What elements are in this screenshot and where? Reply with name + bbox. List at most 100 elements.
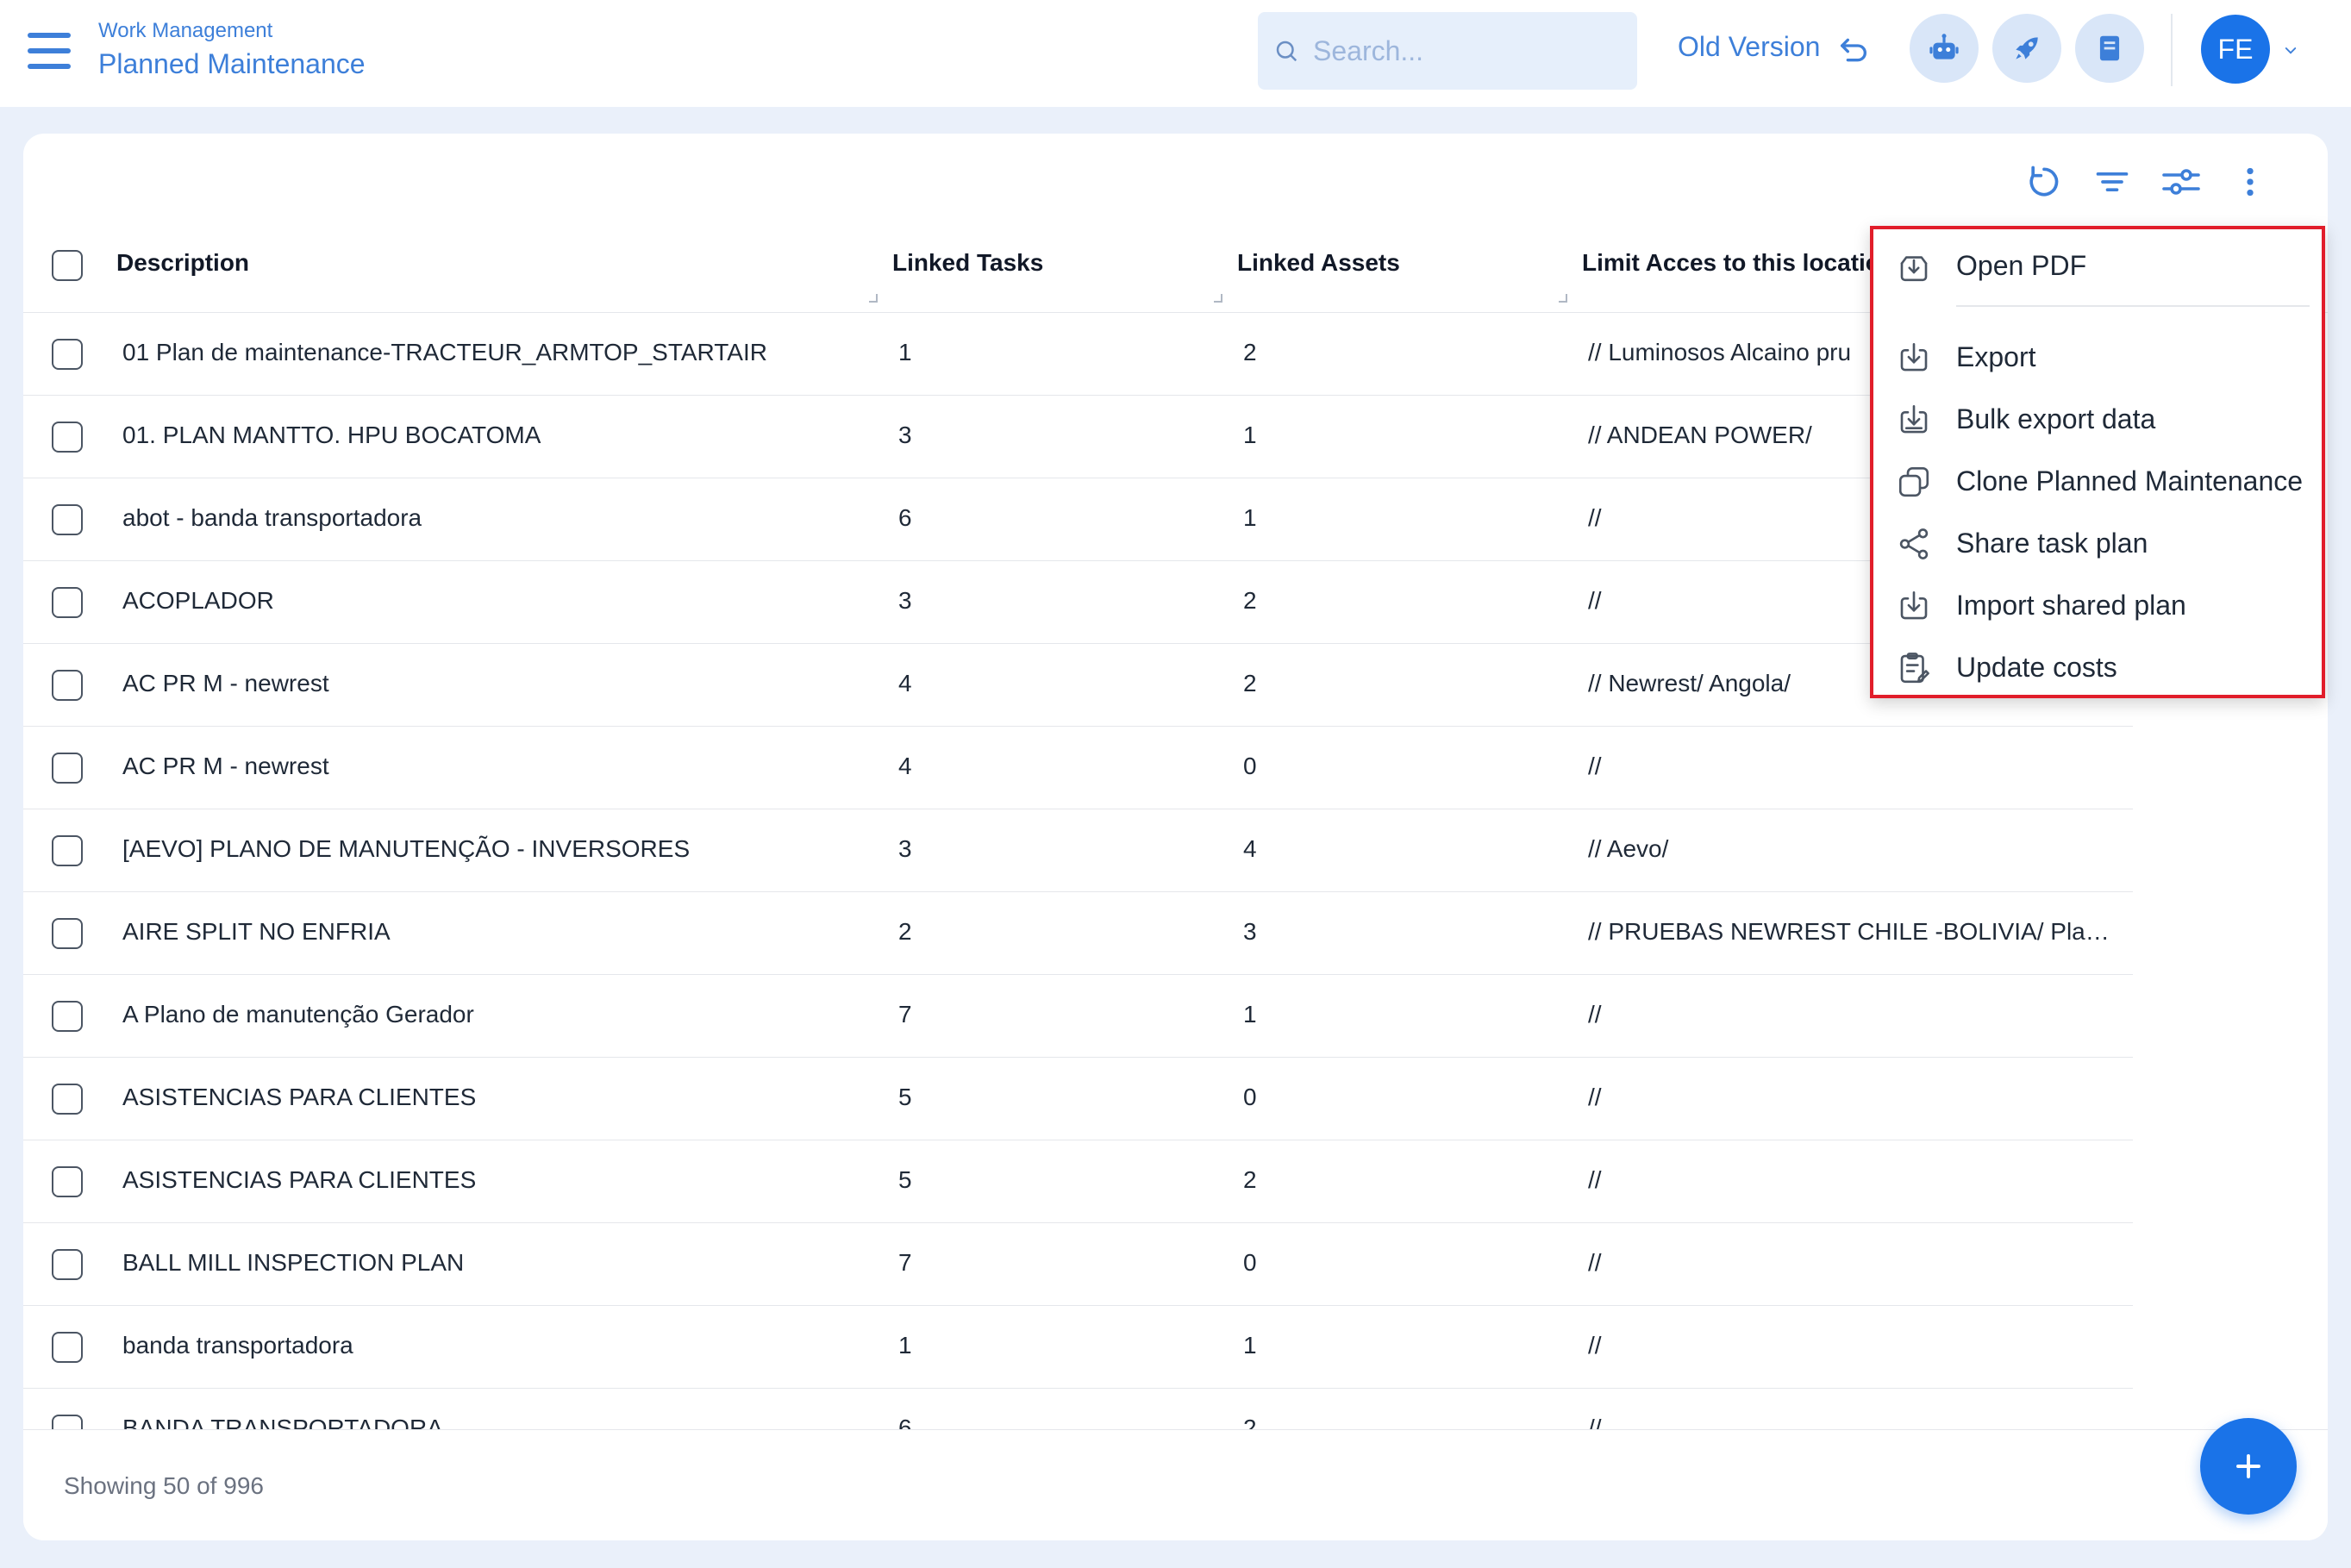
filter-icon[interactable] [2090, 159, 2135, 204]
cell-location: // [1588, 753, 1602, 779]
export-icon [1900, 342, 1928, 372]
undo-arrow-icon[interactable] [1836, 33, 1871, 67]
cell-description: AIRE SPLIT NO ENFRIA [122, 918, 391, 945]
menu-item-label: Clone Planned Maintenance [1956, 465, 2304, 497]
robot-icon [1929, 34, 1959, 59]
menu-item-label: Update costs [1956, 652, 2117, 683]
table-row[interactable]: BALL MILL INSPECTION PLAN 7 0 // [23, 1223, 2328, 1306]
cell-location: // [1588, 1001, 1602, 1028]
clone-icon [1898, 466, 1929, 497]
cell-linked-assets: 0 [1243, 753, 1257, 779]
menu-item-share[interactable]: Share task plan [1873, 515, 2322, 571]
assistant-bot-button[interactable] [1910, 14, 1979, 83]
search-box[interactable] [1258, 12, 1637, 90]
table-row[interactable]: ASISTENCIAS PARA CLIENTES 5 2 // [23, 1140, 2328, 1223]
cell-description: AC PR M - newrest [122, 753, 329, 779]
menu-item-label: Export [1956, 341, 2036, 372]
column-header-description[interactable]: Description [116, 249, 249, 277]
cell-location: // [1588, 1084, 1602, 1110]
cell-linked-assets: 1 [1243, 504, 1257, 531]
share-icon [1899, 528, 1929, 559]
cell-linked-assets: 2 [1243, 670, 1257, 697]
row-checkbox[interactable] [52, 670, 83, 701]
header-divider [2171, 14, 2173, 86]
row-checkbox[interactable] [52, 587, 83, 618]
cell-linked-tasks: 4 [898, 670, 912, 697]
column-settings-icon[interactable] [2159, 159, 2204, 204]
menu-item-update-costs[interactable]: Update costs [1873, 640, 2322, 695]
cell-description: AC PR M - newrest [122, 670, 329, 697]
column-resize-handle[interactable] [869, 294, 878, 303]
cell-linked-tasks: 2 [898, 918, 912, 945]
cell-location: // [1588, 1332, 1602, 1359]
add-button[interactable] [2200, 1418, 2297, 1515]
menu-separator [1956, 305, 2310, 307]
cell-description: banda transportadora [122, 1332, 353, 1359]
hamburger-menu-icon[interactable] [28, 33, 71, 69]
cell-linked-tasks: 1 [898, 1332, 912, 1359]
menu-item-import-shared[interactable]: Import shared plan [1873, 578, 2322, 633]
cell-description: ACOPLADOR [122, 587, 274, 614]
cell-description: A Plano de manutenção Gerador [122, 1001, 474, 1028]
pagination-summary: Showing 50 of 996 [64, 1472, 264, 1499]
more-options-icon[interactable] [2228, 159, 2273, 204]
table-row[interactable]: ASISTENCIAS PARA CLIENTES 5 0 // [23, 1058, 2328, 1140]
menu-item-clone[interactable]: Clone Planned Maintenance [1873, 453, 2322, 509]
plus-icon [2236, 1454, 2260, 1478]
cell-linked-tasks: 3 [898, 835, 912, 862]
table-row[interactable]: A Plano de manutenção Gerador 7 1 // [23, 975, 2328, 1058]
column-resize-handle[interactable] [1559, 294, 1567, 303]
row-checkbox[interactable] [52, 1001, 83, 1032]
table-row[interactable]: banda transportadora 1 1 // [23, 1306, 2328, 1389]
row-checkbox[interactable] [52, 1166, 83, 1197]
row-checkbox[interactable] [52, 1332, 83, 1363]
row-checkbox[interactable] [52, 339, 83, 370]
update-costs-icon [1900, 653, 1929, 684]
table-row[interactable]: AIRE SPLIT NO ENFRIA 2 3 // PRUEBAS NEWR… [23, 892, 2328, 975]
menu-item-export[interactable]: Export [1873, 329, 2322, 384]
cell-description: BALL MILL INSPECTION PLAN [122, 1249, 465, 1276]
chevron-down-icon[interactable] [2281, 43, 2300, 59]
old-version-link[interactable]: Old Version [1678, 31, 1820, 63]
row-checkbox[interactable] [52, 422, 83, 453]
cell-linked-assets: 2 [1243, 587, 1257, 614]
cell-linked-assets: 1 [1243, 1332, 1257, 1359]
top-header: Work Management Planned Maintenance Old … [0, 0, 2351, 107]
row-checkbox[interactable] [52, 1249, 83, 1280]
page-title: Planned Maintenance [98, 48, 366, 79]
row-checkbox[interactable] [52, 504, 83, 535]
row-checkbox[interactable] [52, 753, 83, 784]
cell-linked-tasks: 4 [898, 753, 912, 779]
cell-description: [AEVO] PLANO DE MANUTENÇÃO - INVERSORES [122, 835, 691, 862]
row-checkbox[interactable] [52, 835, 83, 866]
cell-linked-assets: 1 [1243, 422, 1257, 448]
row-checkbox[interactable] [52, 1084, 83, 1115]
cell-location: // [1588, 1249, 1602, 1276]
column-header-location-access[interactable]: Limit Acces to this locatio [1582, 249, 1892, 277]
menu-item-open-pdf[interactable]: Open PDF [1873, 238, 2322, 293]
rocket-icon [2016, 37, 2038, 59]
table-row[interactable]: [AEVO] PLANO DE MANUTENÇÃO - INVERSORES … [23, 809, 2328, 892]
column-resize-handle[interactable] [1214, 294, 1222, 303]
refresh-icon[interactable] [2022, 159, 2067, 204]
menu-item-label: Open PDF [1956, 250, 2087, 281]
column-header-linked-assets[interactable]: Linked Assets [1237, 249, 1400, 277]
cell-location: // [1588, 1166, 1602, 1193]
launch-button[interactable] [1992, 14, 2061, 83]
column-header-linked-tasks[interactable]: Linked Tasks [892, 249, 1043, 277]
cell-linked-assets: 0 [1243, 1084, 1257, 1110]
search-input[interactable] [1313, 31, 1623, 71]
cell-linked-assets: 2 [1243, 339, 1257, 365]
cell-description: 01 Plan de maintenance-TRACTEUR_ARMTOP_S… [122, 339, 767, 365]
docs-button[interactable] [2075, 14, 2144, 83]
menu-item-label: Bulk export data [1956, 403, 2156, 434]
cell-linked-tasks: 5 [898, 1166, 912, 1193]
user-avatar[interactable]: FE [2201, 15, 2270, 84]
cell-linked-assets: 0 [1243, 1249, 1257, 1276]
cell-linked-tasks: 3 [898, 422, 912, 448]
table-row[interactable]: AC PR M - newrest 4 0 // [23, 727, 2328, 809]
row-checkbox[interactable] [52, 918, 83, 949]
breadcrumb-parent[interactable]: Work Management [98, 19, 272, 43]
menu-item-bulk-export[interactable]: Bulk export data [1873, 391, 2322, 447]
select-all-checkbox[interactable] [52, 250, 83, 281]
